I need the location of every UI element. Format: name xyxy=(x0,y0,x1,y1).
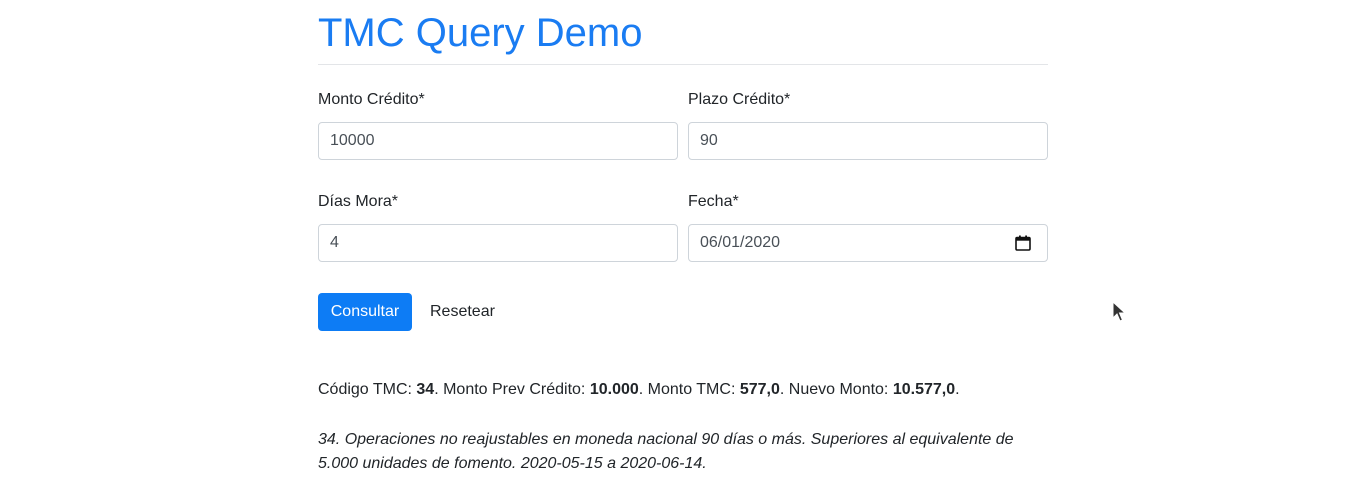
monto-prev-value: 10.000 xyxy=(589,381,639,398)
fecha-value: 06/01/2020 xyxy=(700,234,781,251)
dias-mora-value: 4 xyxy=(330,234,339,251)
nuevo-monto-value: 10.577,0 xyxy=(892,381,956,398)
monto-tmc-label: . Monto TMC: xyxy=(638,381,740,398)
dias-mora-label: Días Mora* xyxy=(318,193,399,210)
dias-mora-input[interactable]: 4 xyxy=(318,224,678,262)
monto-prev-label: . Monto Prev Crédito: xyxy=(434,381,590,398)
monto-credito-input[interactable]: 10000 xyxy=(318,122,678,160)
monto-tmc-value: 577,0 xyxy=(739,381,780,398)
fecha-field: Fecha* 06/01/2020 xyxy=(688,192,1048,262)
fecha-label: Fecha* xyxy=(688,193,739,210)
resetear-button[interactable]: Resetear xyxy=(424,293,501,331)
codigo-tmc-value: 34 xyxy=(416,381,435,398)
monto-credito-label: Monto Crédito* xyxy=(318,91,425,108)
codigo-tmc-label: Código TMC: xyxy=(318,381,417,398)
nuevo-monto-label: . Nuevo Monto: xyxy=(779,381,893,398)
result-summary: Código TMC: 34. Monto Prev Crédito: 10.0… xyxy=(318,380,1048,400)
plazo-credito-input[interactable]: 90 xyxy=(688,122,1048,160)
plazo-credito-field: Plazo Crédito* 90 xyxy=(688,90,1048,160)
title-divider xyxy=(318,64,1048,65)
mouse-cursor-icon xyxy=(1112,301,1126,322)
page-title: TMC Query Demo xyxy=(318,11,643,55)
tmc-description: 34. Operaciones no reajustables en moned… xyxy=(318,431,1014,472)
calendar-icon[interactable] xyxy=(1015,235,1031,251)
monto-credito-value: 10000 xyxy=(330,132,375,149)
fecha-input[interactable]: 06/01/2020 xyxy=(688,224,1048,262)
consultar-button[interactable]: Consultar xyxy=(318,293,412,331)
monto-credito-field: Monto Crédito* 10000 xyxy=(318,90,678,160)
plazo-credito-value: 90 xyxy=(700,132,718,149)
plazo-credito-label: Plazo Crédito* xyxy=(688,91,791,108)
dias-mora-field: Días Mora* 4 xyxy=(318,192,678,262)
result-end: . xyxy=(955,381,960,398)
